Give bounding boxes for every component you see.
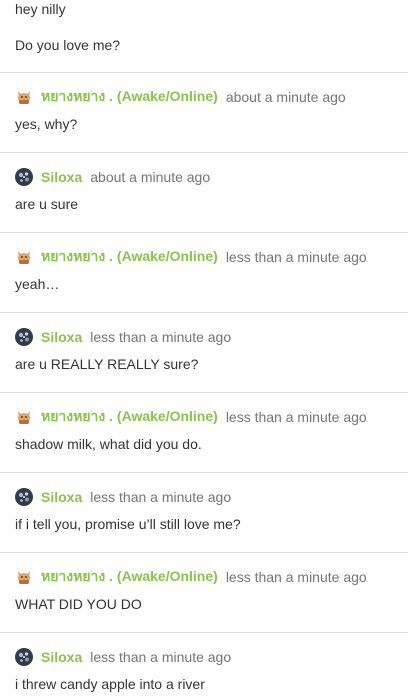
message-timestamp: about a minute ago: [225, 89, 346, 105]
siloxa-avatar[interactable]: [15, 328, 33, 346]
message-header: Siloxa less than a minute ago: [15, 488, 231, 506]
message-timestamp: about a minute ago: [90, 169, 211, 185]
chat-message: หยางหยาง . (Awake/Online) less than a min…: [0, 248, 408, 328]
message-header: หยางหยาง . (Awake/Online) less than a min…: [15, 248, 367, 266]
cat-avatar-icon[interactable]: [15, 88, 33, 106]
message-divider: [0, 472, 408, 473]
message-text: shadow milk, what did you do.: [15, 436, 202, 452]
username-link[interactable]: หยางหยาง . (Awake/Online): [41, 86, 218, 108]
message-header: หยางหยาง . (Awake/Online) about a minute …: [15, 88, 346, 106]
message-timestamp: less than a minute ago: [90, 649, 232, 665]
username-link[interactable]: Siloxa: [41, 329, 82, 345]
message-text: i threw candy apple into a river: [15, 676, 205, 692]
cat-avatar-icon[interactable]: [15, 568, 33, 586]
chat-message: หยางหยาง . (Awake/Online) less than a min…: [0, 408, 408, 488]
message-text: are u REALLY REALLY sure?: [15, 356, 199, 372]
username-link[interactable]: Siloxa: [41, 169, 82, 185]
message-text: WHAT DID YOU DO: [15, 596, 142, 612]
message-divider: [0, 552, 408, 553]
message-divider: [0, 152, 408, 153]
message-divider: [0, 392, 408, 393]
message-text: yeah…: [15, 276, 60, 292]
message-text: yes, why?: [15, 116, 78, 132]
username-link[interactable]: หยางหยาง . (Awake/Online): [41, 566, 218, 588]
message-text: if i tell you, promise u’ll still love m…: [15, 516, 241, 532]
siloxa-avatar[interactable]: [15, 168, 33, 186]
message-timestamp: less than a minute ago: [225, 249, 367, 265]
message-header: Siloxa about a minute ago: [15, 168, 210, 186]
message-timestamp: less than a minute ago: [90, 489, 232, 505]
message-divider: [0, 72, 408, 73]
message-text: hey nilly: [15, 1, 66, 17]
message-timestamp: less than a minute ago: [90, 329, 232, 345]
chat-message: หยางหยาง . (Awake/Online) about a minute …: [0, 88, 408, 168]
message-timestamp: less than a minute ago: [225, 569, 367, 585]
username-link[interactable]: Siloxa: [41, 649, 82, 665]
message-text: are u sure: [15, 196, 79, 212]
chat-message: Siloxa less than a minute ago are u REALLY…: [0, 328, 408, 408]
message-header: Siloxa less than a minute ago: [15, 648, 231, 666]
username-link[interactable]: Siloxa: [41, 489, 82, 505]
message-header: หยางหยาง . (Awake/Online) less than a min…: [15, 568, 367, 586]
chat-message: Siloxa less than a minute ago i threw cand…: [0, 648, 408, 700]
message-divider: [0, 232, 408, 233]
message-header: หยางหยาง . (Awake/Online) less than a min…: [15, 408, 367, 426]
chat-message: Siloxa less than a minute ago if i tell yo…: [0, 488, 408, 568]
siloxa-avatar[interactable]: [15, 648, 33, 666]
cat-avatar-icon[interactable]: [15, 248, 33, 266]
message-divider: [0, 632, 408, 633]
message-header: Siloxa less than a minute ago: [15, 328, 231, 346]
chat-message: หยางหยาง . (Awake/Online) less than a min…: [0, 568, 408, 648]
cat-avatar-icon[interactable]: [15, 408, 33, 426]
siloxa-avatar[interactable]: [15, 488, 33, 506]
message-text: Do you love me?: [15, 37, 121, 53]
message-timestamp: less than a minute ago: [225, 409, 367, 425]
chat-message: Siloxa about a minute ago are u sure: [0, 168, 408, 248]
chat-log: hey nilly Do you love me? หยางหยาง . (Aw…: [0, 0, 408, 700]
username-link[interactable]: หยางหยาง . (Awake/Online): [41, 246, 218, 268]
message-divider: [0, 312, 408, 313]
username-link[interactable]: หยางหยาง . (Awake/Online): [41, 406, 218, 428]
